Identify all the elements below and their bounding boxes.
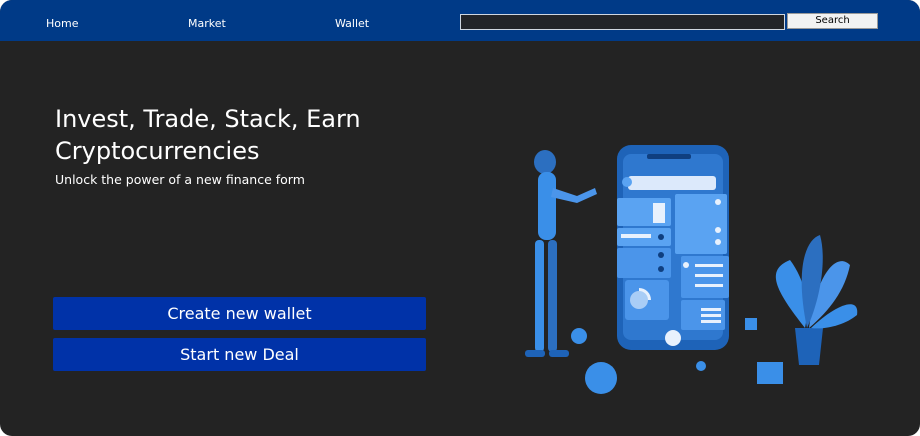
cube-large xyxy=(757,362,783,384)
sphere-small xyxy=(571,328,587,344)
nav-link-home[interactable]: Home xyxy=(46,17,78,31)
search-button[interactable]: Search xyxy=(787,13,878,29)
sphere-large xyxy=(585,362,617,394)
person-graphic xyxy=(525,150,597,357)
hero-title: Invest, Trade, Stack, Earn Cryptocurrenc… xyxy=(55,105,361,165)
nav-link-wallet[interactable]: Wallet xyxy=(335,17,369,31)
nav-link-market[interactable]: Market xyxy=(188,17,226,31)
search-input[interactable] xyxy=(460,14,785,30)
plant-graphic xyxy=(775,235,858,365)
hero-subtitle: Unlock the power of a new finance form xyxy=(55,172,305,187)
page-frame: Home Market Wallet Search Invest, Trade,… xyxy=(0,0,920,436)
start-deal-button[interactable]: Start new Deal xyxy=(53,338,426,371)
phone-graphic xyxy=(617,145,729,350)
create-wallet-button[interactable]: Create new wallet xyxy=(53,297,426,330)
top-navbar: Home Market Wallet Search xyxy=(0,0,920,41)
sphere-tiny xyxy=(696,361,706,371)
cube-small xyxy=(745,318,757,330)
crypto-app-illustration xyxy=(525,145,858,394)
